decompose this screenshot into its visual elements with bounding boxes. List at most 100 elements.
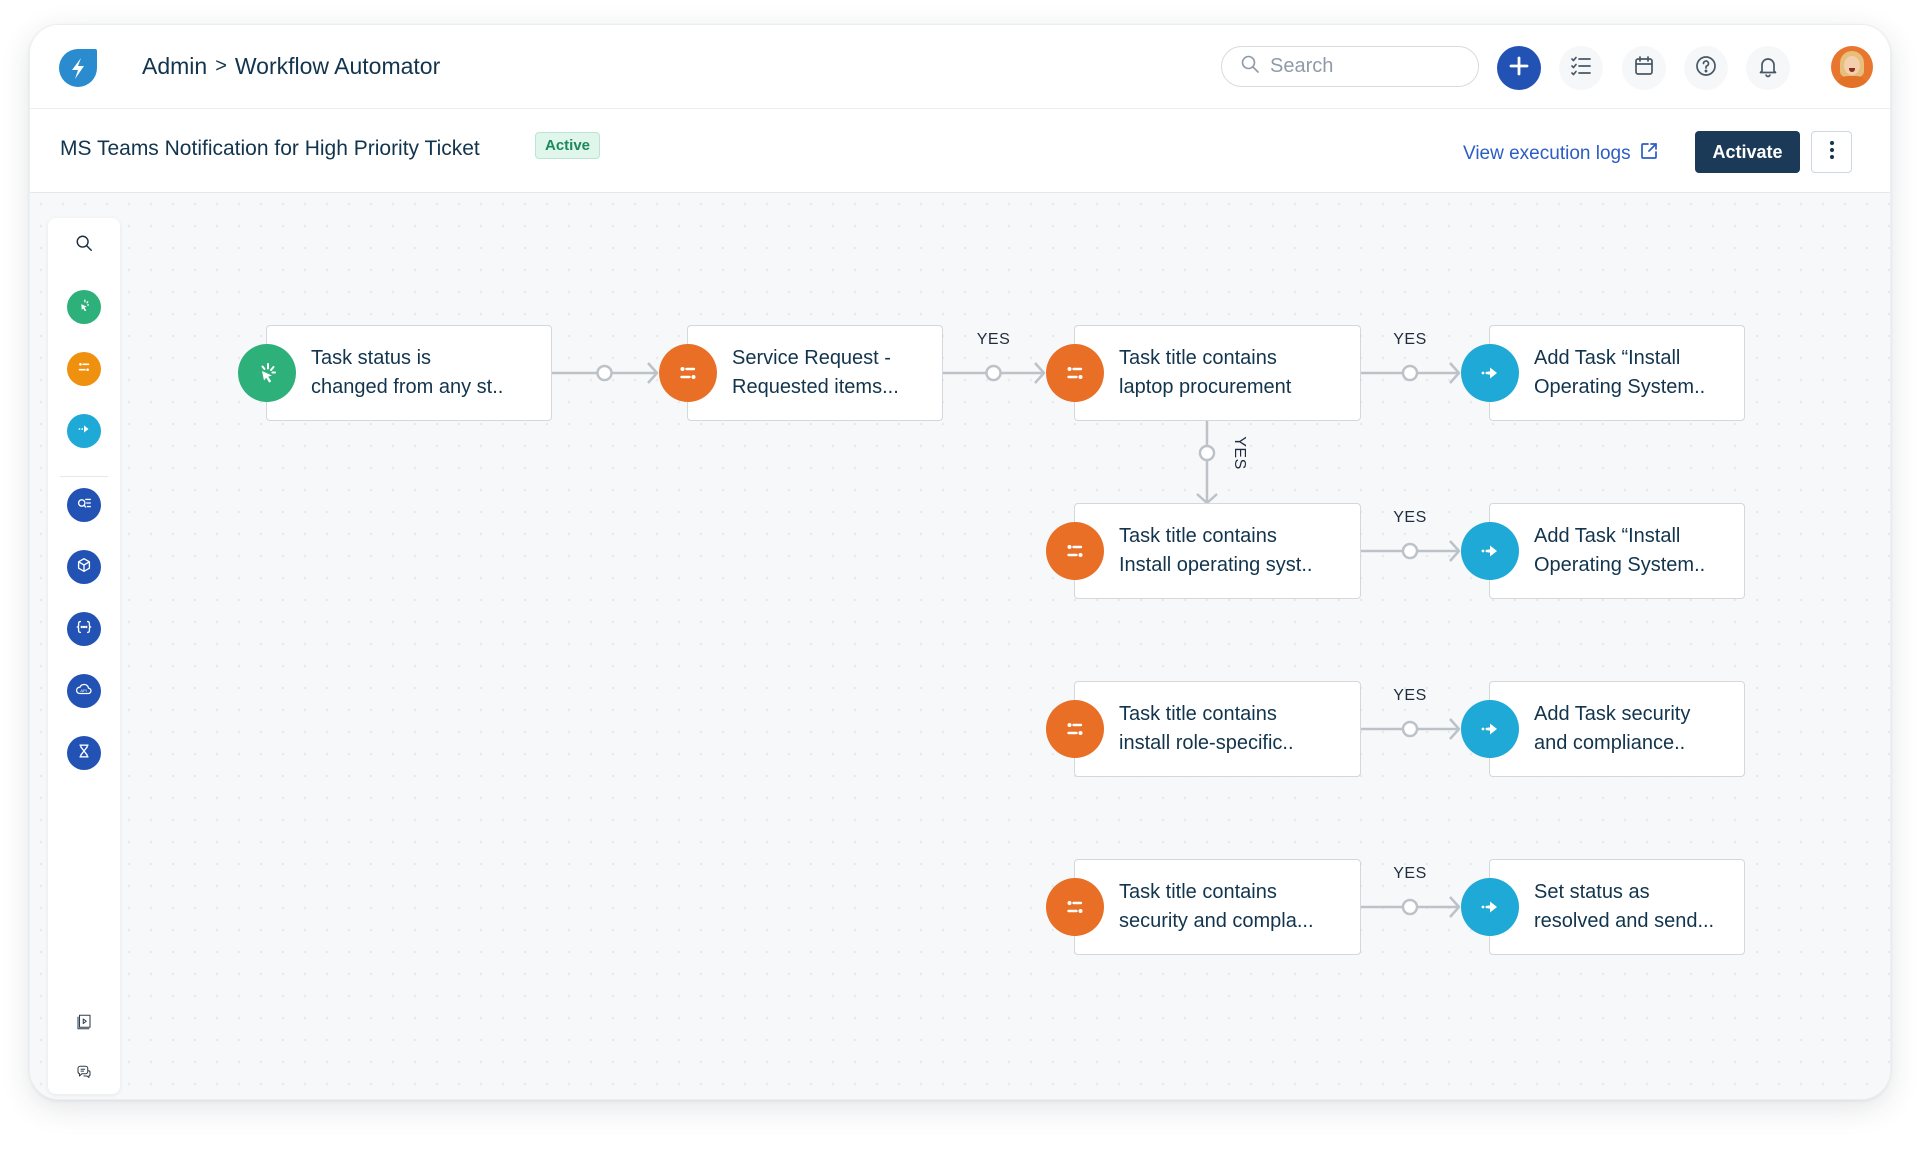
flow-node-label: Task title contains install role-specific… (1119, 700, 1348, 758)
connector-handle[interactable] (985, 364, 1002, 382)
sliders-icon[interactable] (1046, 878, 1104, 936)
connector-arrow (647, 362, 659, 384)
flow-node-label-line: Operating System.. (1534, 554, 1706, 576)
workflow-canvas[interactable]: API Task status is changed from any st..… (30, 193, 1890, 1099)
view-execution-logs-label: View execution logs (1463, 143, 1631, 164)
flow-node-label-line: Service Request - (732, 347, 891, 369)
flow-node-label: Task title contains security and compla..… (1119, 878, 1348, 936)
connector-handle[interactable] (1198, 444, 1216, 462)
checklist-icon (1569, 54, 1593, 83)
flow-node-action[interactable]: Set status as resolved and send... (1489, 859, 1745, 955)
connector-arrow (1196, 493, 1218, 505)
flow-node-label-line: laptop procurement (1119, 376, 1292, 398)
flow-node-label: Task status is changed from any st.. (311, 344, 539, 402)
lightning-bolt-icon[interactable] (57, 47, 99, 89)
flow-node-label: Service Request - Requested items... (732, 344, 930, 402)
connector-handle[interactable] (1401, 542, 1419, 560)
connector-handle[interactable] (596, 364, 613, 382)
breadcrumb-workflow-automator: Workflow Automator (234, 53, 441, 79)
sliders-icon[interactable] (1046, 522, 1104, 580)
workflow-header: MS Teams Notification for High Priority … (30, 109, 1890, 193)
flow-node-label: Add Task “Install Operating System.. (1534, 522, 1732, 580)
flow-node-label-line: and compliance.. (1534, 732, 1686, 754)
flow-node-label-line: Add Task security (1534, 703, 1691, 725)
flow-node-label-line: security and compla... (1119, 910, 1314, 932)
flow-node-condition[interactable]: Task title contains laptop procurement (1074, 325, 1361, 421)
flow-node-label-line: changed from any st.. (311, 376, 504, 398)
arrow-right-icon[interactable] (1461, 700, 1519, 758)
flow-node-label-line: Install operating syst.. (1119, 554, 1313, 576)
flow-node-condition[interactable]: Task title contains Install operating sys… (1074, 503, 1361, 599)
edge-label-yes: YES (1393, 331, 1427, 348)
app-window: Admin > Workflow Automator Search MS Tea… (29, 24, 1891, 1100)
workflow-title: MS Teams Notification for High Priority … (60, 137, 480, 160)
vertical-dots-icon (1829, 139, 1835, 166)
search-placeholder: Search (1270, 55, 1334, 77)
edge-label-yes: YES (1231, 436, 1248, 470)
connector-arrow (1449, 896, 1461, 918)
help-icon (1694, 54, 1718, 83)
flow-node-label-line: Set status as (1534, 881, 1650, 903)
calendar-icon (1632, 54, 1656, 83)
connector-arrow (1449, 718, 1461, 740)
flow-node-label-line: Task title contains (1119, 525, 1277, 547)
flow-node-label-line: install role-specific.. (1119, 732, 1294, 754)
calendar-button[interactable] (1622, 46, 1666, 90)
flow-node-trigger[interactable]: Task status is changed from any st.. (266, 325, 552, 421)
flow-node-label: Task title contains Install operating sys… (1119, 522, 1348, 580)
connector-handle[interactable] (1401, 720, 1419, 738)
notifications-button[interactable] (1746, 46, 1790, 90)
flow-node-label-line: Operating System.. (1534, 376, 1706, 398)
todo-button[interactable] (1559, 46, 1603, 90)
breadcrumb-separator: > (215, 55, 227, 77)
flow-node-action[interactable]: Add Task “Install Operating System.. (1489, 503, 1745, 599)
connector-arrow (1034, 362, 1046, 384)
flow-node-label-line: Add Task “Install (1534, 525, 1681, 547)
sliders-icon[interactable] (659, 344, 717, 402)
sliders-icon[interactable] (1046, 344, 1104, 402)
arrow-right-icon[interactable] (1461, 344, 1519, 402)
user-avatar[interactable] (1831, 46, 1873, 88)
flow-node-label-line: Task status is (311, 347, 432, 369)
cursor-click-icon[interactable] (238, 344, 296, 402)
sliders-icon[interactable] (1046, 700, 1104, 758)
activate-button[interactable]: Activate (1695, 131, 1800, 173)
new-item-button[interactable] (1497, 46, 1541, 90)
flow-node-label-line: Requested items... (732, 376, 899, 398)
arrow-right-icon[interactable] (1461, 878, 1519, 936)
breadcrumb: Admin > Workflow Automator (142, 53, 440, 80)
flow-node-condition[interactable]: Task title contains install role-specific… (1074, 681, 1361, 777)
flow-node-action[interactable]: Add Task “Install Operating System.. (1489, 325, 1745, 421)
connector-handle[interactable] (1401, 364, 1419, 382)
flow-node-label: Add Task “Install Operating System.. (1534, 344, 1732, 402)
flow-node-condition[interactable]: Service Request - Requested items... (687, 325, 943, 421)
edge-label-yes: YES (1393, 865, 1427, 882)
flow-node-label-line: Add Task “Install (1534, 347, 1681, 369)
breadcrumb-admin[interactable]: Admin (142, 53, 207, 80)
more-options-button[interactable] (1811, 131, 1852, 173)
help-button[interactable] (1684, 46, 1728, 90)
flow-node-label-line: Task title contains (1119, 347, 1277, 369)
flow-node-action[interactable]: Add Task security and compliance.. (1489, 681, 1745, 777)
arrow-right-icon[interactable] (1461, 522, 1519, 580)
flow-node-label-line: resolved and send... (1534, 910, 1715, 932)
flow-node-label: Set status as resolved and send... (1534, 878, 1732, 936)
search-input[interactable]: Search (1221, 46, 1479, 87)
view-execution-logs-link[interactable]: View execution logs (1463, 141, 1659, 167)
flow-node-label: Add Task security and compliance.. (1534, 700, 1732, 758)
connector-arrow (1449, 362, 1461, 384)
status-badge: Active (535, 132, 601, 159)
bell-icon (1756, 54, 1780, 83)
flow-node-label-line: Task title contains (1119, 881, 1277, 903)
connector-handle[interactable] (1401, 898, 1419, 916)
plus-icon (1507, 54, 1531, 83)
connector-arrow (1449, 540, 1461, 562)
flow-node-label: Task title contains laptop procurement (1119, 344, 1348, 402)
edge-label-yes: YES (976, 331, 1011, 348)
flow-node-label-line: Task title contains (1119, 703, 1277, 725)
edge-label-yes: YES (1393, 687, 1427, 704)
search-icon (1240, 54, 1260, 80)
workflow-graph: Task status is changed from any st.. Servi… (30, 193, 1890, 1099)
flow-node-condition[interactable]: Task title contains security and compla..… (1074, 859, 1361, 955)
external-link-icon (1639, 141, 1659, 167)
